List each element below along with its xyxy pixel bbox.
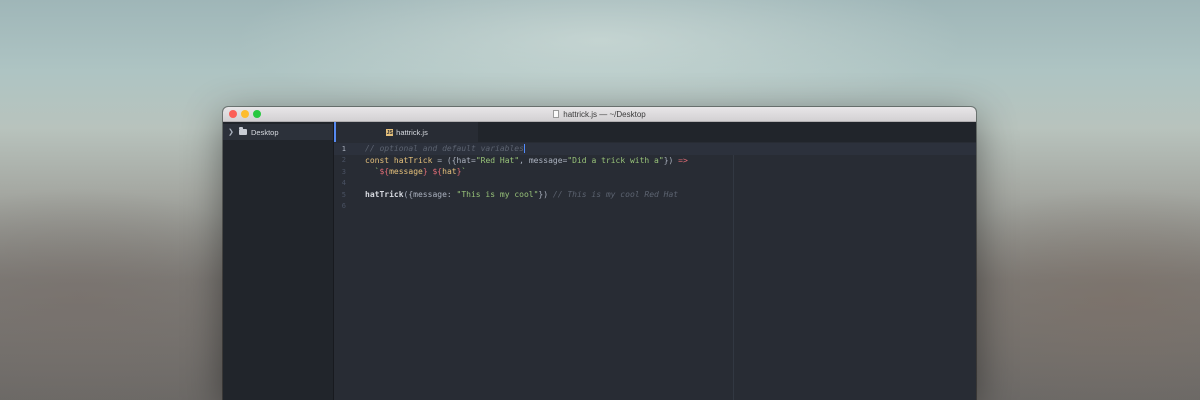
punctuation-token: ({ [446, 155, 457, 165]
code-line[interactable]: 6 [334, 201, 976, 213]
operator-token: = [432, 155, 447, 165]
function-call-token: hatTrick [365, 190, 404, 200]
editor-pane: JS hattrick.js 1 // optional and default… [333, 122, 976, 400]
comment-token: // This is my cool Red Hat [552, 190, 679, 200]
code-line[interactable]: 5 hatTrick({message: "This is my cool"})… [334, 189, 976, 201]
punctuation-token: , [519, 155, 529, 165]
editor-window: hattrick.js — ~/Desktop ❯ Desktop JS hat… [223, 107, 976, 400]
tab-bar: JS hattrick.js [334, 122, 976, 142]
punctuation-token: ({ [403, 190, 414, 200]
window-title: hattrick.js — ~/Desktop [563, 109, 646, 119]
tab-hattrick-js[interactable]: JS hattrick.js [334, 122, 478, 142]
document-icon [553, 110, 560, 118]
identifier-token: hatTrick [393, 155, 433, 165]
string-token: "This is my cool" [456, 190, 539, 200]
code-text: hatTrick({message: "This is my cool"}) /… [365, 190, 678, 199]
interpolation-token: ${ [432, 167, 443, 177]
keyword-token: const [365, 155, 394, 165]
string-token: "Did a trick with a" [567, 155, 664, 165]
variable-token: message [389, 167, 423, 177]
code-line[interactable]: 2 const hatTrick = ({hat="Red Hat", mess… [334, 155, 976, 167]
interpolation-token: ${ [379, 167, 390, 177]
line-number: 1 [341, 144, 346, 153]
tab-label: hattrick.js [396, 127, 428, 137]
comment-token: // optional and default variables [365, 144, 524, 154]
line-number: 5 [341, 190, 346, 199]
code-line[interactable]: 1 // optional and default variables [334, 143, 976, 155]
code-line[interactable]: 4 [334, 178, 976, 190]
tree-view: ❯ Desktop [223, 122, 333, 400]
arrow-token: => [678, 155, 688, 165]
js-file-icon: JS [386, 128, 394, 136]
template-token: ` [461, 167, 467, 177]
chevron-right-icon[interactable]: ❯ [228, 128, 236, 136]
param-token: hat [456, 155, 471, 165]
variable-token: hat [442, 167, 457, 177]
code-text: `${message} ${hat}` [365, 167, 467, 177]
window-title-group: hattrick.js — ~/Desktop [223, 107, 976, 121]
tree-item-desktop[interactable]: ❯ Desktop [223, 124, 333, 140]
title-bar[interactable]: hattrick.js — ~/Desktop [223, 107, 976, 122]
code-text: const hatTrick = ({hat="Red Hat", messag… [365, 156, 688, 165]
punctuation-token: }) [538, 190, 553, 200]
code-text: // optional and default variables [365, 144, 525, 154]
line-number: 2 [341, 156, 346, 165]
punctuation-token: }) [663, 155, 679, 165]
code-line[interactable]: 3 `${message} ${hat}` [334, 166, 976, 178]
indent-token [365, 167, 375, 176]
code-editor[interactable]: 1 // optional and default variables 2 co… [334, 143, 976, 400]
string-token: "Red Hat" [475, 155, 520, 165]
punctuation-token: : [446, 190, 457, 200]
folder-icon [239, 127, 247, 135]
line-number: 6 [341, 202, 346, 211]
tree-item-label: Desktop [251, 127, 279, 137]
param-token: message [528, 155, 563, 165]
line-number: 4 [341, 179, 346, 188]
text-cursor [523, 144, 525, 154]
line-number: 3 [341, 167, 346, 176]
property-token: message [413, 190, 447, 200]
